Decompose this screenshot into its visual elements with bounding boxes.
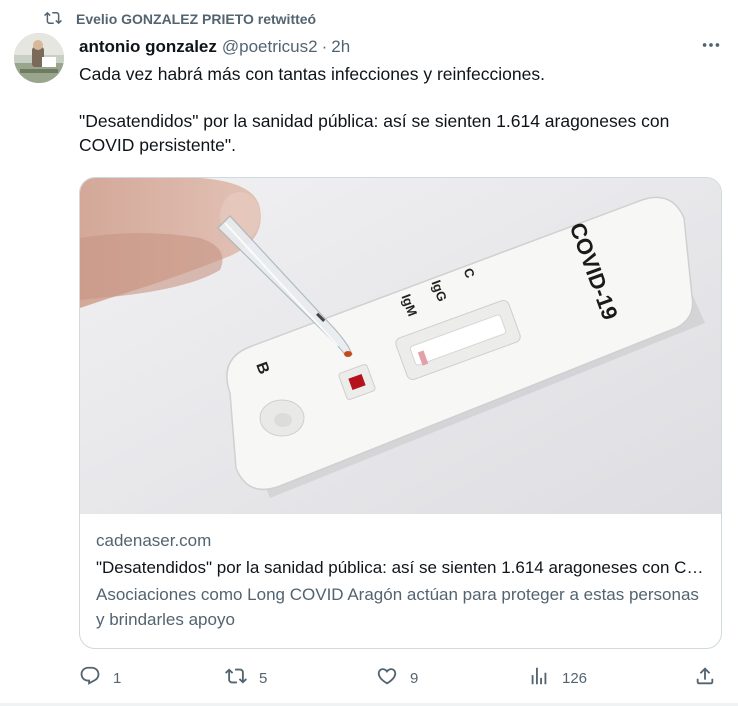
reply-icon xyxy=(79,665,101,691)
reply-button[interactable]: 1 xyxy=(79,664,121,692)
more-icon xyxy=(700,34,722,61)
share-icon xyxy=(694,665,716,691)
author-name[interactable]: antonio gonzalez xyxy=(79,37,217,57)
views-icon xyxy=(528,665,550,691)
retweet-button[interactable]: 5 xyxy=(225,664,267,692)
like-icon xyxy=(376,665,398,691)
retweet-context-text: Evelio GONZALEZ PRIETO retwitteó xyxy=(76,11,317,27)
views-count: 126 xyxy=(562,669,588,687)
card-domain: cadenaser.com xyxy=(96,531,212,550)
tweet-text: Cada vez habrá más con tantas infeccione… xyxy=(79,62,724,157)
tweet-line-2: "Desatendidos" por la sanidad pública: a… xyxy=(79,111,670,155)
retweet-icon xyxy=(44,9,62,30)
timestamp[interactable]: 2h xyxy=(331,37,350,57)
tweet-header: antonio gonzalez @poetricus2 · 2h xyxy=(79,35,350,59)
tweet-line-1: Cada vez habrá más con tantas infeccione… xyxy=(79,64,545,84)
separator-dot: · xyxy=(321,37,328,56)
more-button[interactable] xyxy=(698,36,724,58)
reply-count: 1 xyxy=(113,669,122,687)
author-handle[interactable]: @poetricus2 xyxy=(222,37,318,57)
card-title: "Desatendidos" por la sanidad pública: a… xyxy=(96,558,706,577)
retweet-icon xyxy=(225,665,247,691)
link-card[interactable]: B IgM IgG C COVID-19 cadenaser.com "Desa… xyxy=(79,177,722,649)
card-image[interactable]: B IgM IgG C COVID-19 xyxy=(80,178,721,514)
like-button[interactable]: 9 xyxy=(376,664,418,692)
views-button[interactable]: 126 xyxy=(528,664,587,692)
retweet-context[interactable]: Evelio GONZALEZ PRIETO retwitteó xyxy=(44,8,316,30)
avatar[interactable] xyxy=(14,33,64,83)
card-description: Asociaciones como Long COVID Aragón actú… xyxy=(96,585,699,629)
retweet-count: 5 xyxy=(259,669,268,687)
card-meta[interactable]: cadenaser.com "Desatendidos" por la sani… xyxy=(96,528,706,632)
like-count: 9 xyxy=(410,669,419,687)
share-button[interactable] xyxy=(694,664,716,692)
action-bar: 1 5 9 126 xyxy=(0,664,738,692)
